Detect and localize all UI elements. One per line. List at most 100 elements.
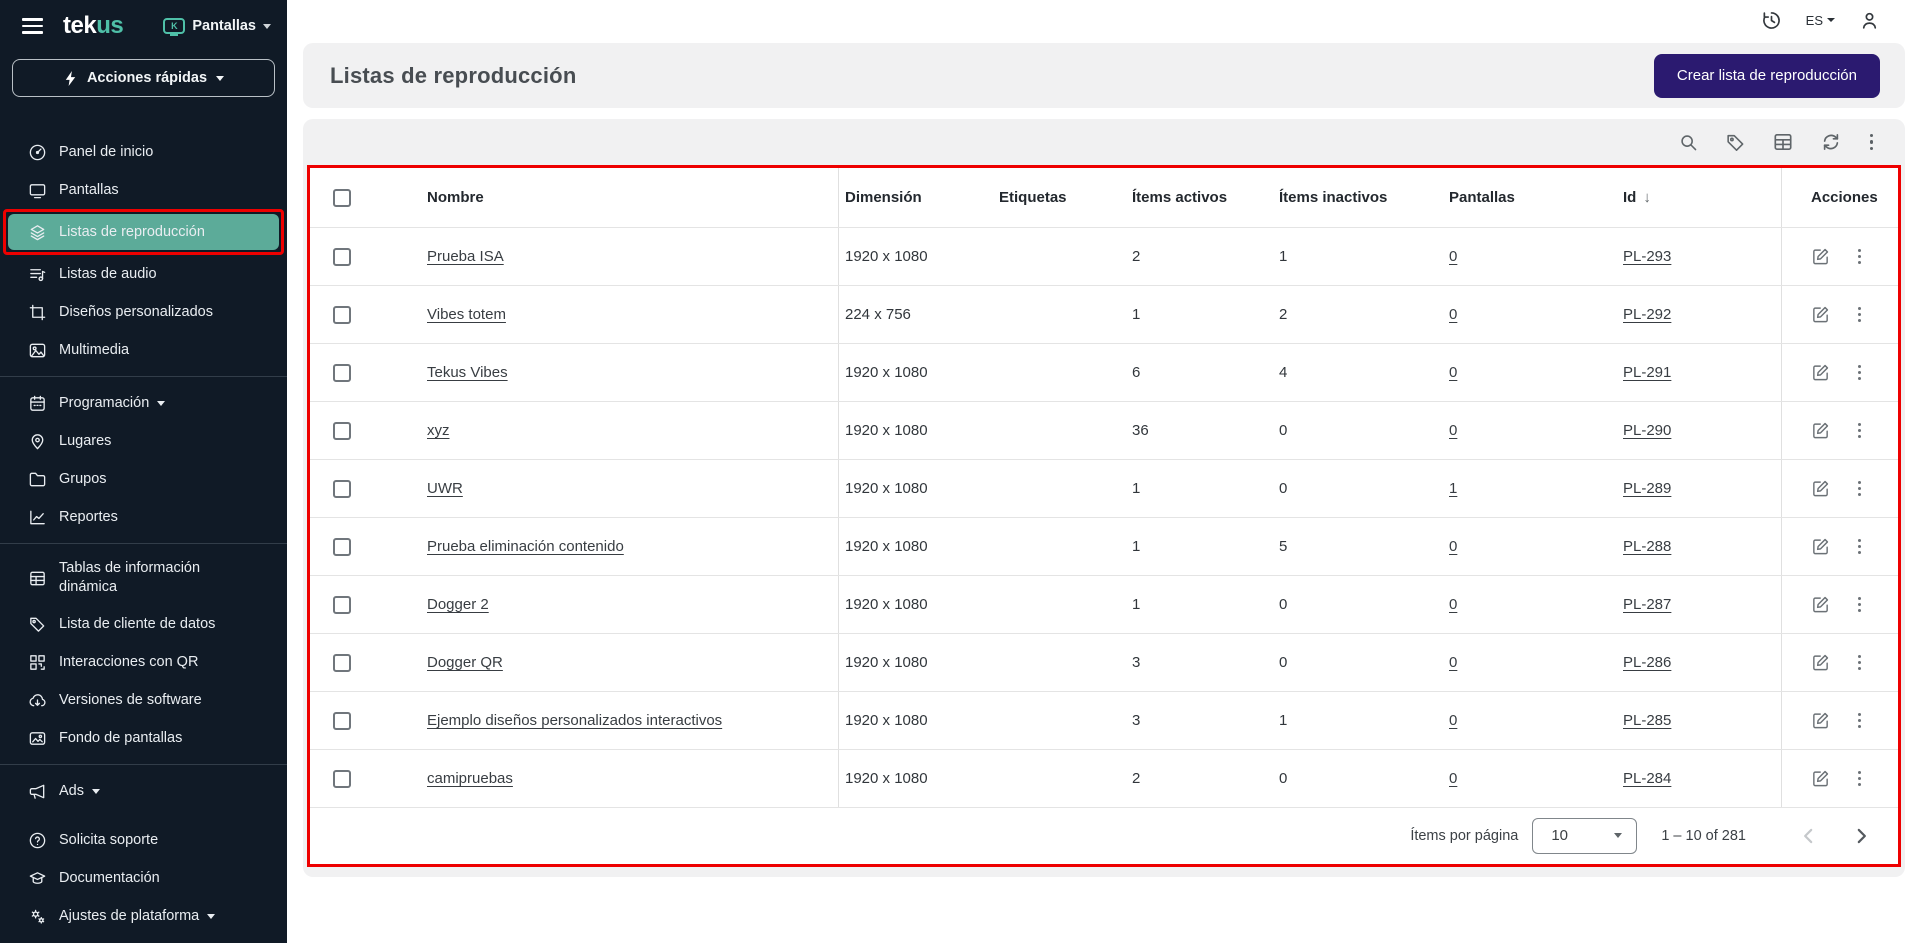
history-icon[interactable] — [1761, 10, 1782, 31]
playlist-name-link[interactable]: Prueba ISA — [427, 248, 504, 265]
edit-button[interactable] — [1811, 769, 1830, 788]
screens-link[interactable]: 1 — [1449, 480, 1457, 497]
table-view-icon[interactable] — [1772, 131, 1794, 153]
playlist-id-link[interactable]: PL-288 — [1623, 538, 1671, 555]
search-icon[interactable] — [1678, 132, 1699, 153]
row-menu-button[interactable] — [1856, 711, 1863, 730]
row-checkbox[interactable] — [333, 595, 351, 614]
language-selector[interactable]: ES — [1806, 13, 1835, 28]
tag-icon[interactable] — [1725, 132, 1746, 153]
playlist-id-link[interactable]: PL-290 — [1623, 422, 1671, 439]
edit-button[interactable] — [1811, 305, 1830, 324]
sidebar-item-solicita-soporte[interactable]: Solicita soporte — [0, 821, 287, 859]
sidebar-item-reportes[interactable]: Reportes — [0, 498, 287, 536]
quick-actions-button[interactable]: Acciones rápidas — [12, 59, 275, 97]
playlist-name-link[interactable]: xyz — [427, 422, 450, 439]
edit-button[interactable] — [1811, 711, 1830, 730]
header-id[interactable]: Id ↓ — [1617, 168, 1781, 227]
screens-link[interactable]: 0 — [1449, 538, 1457, 555]
playlist-id-link[interactable]: PL-293 — [1623, 248, 1671, 265]
playlist-name-link[interactable]: Prueba eliminación contenido — [427, 538, 624, 555]
screens-link[interactable]: 0 — [1449, 422, 1457, 439]
playlist-name-link[interactable]: Dogger 2 — [427, 596, 489, 613]
hamburger-menu-icon[interactable] — [22, 18, 43, 34]
header-items-inactivos[interactable]: Ítems inactivos — [1273, 168, 1443, 227]
edit-button[interactable] — [1811, 363, 1830, 382]
header-dimension[interactable]: Dimensión — [839, 168, 993, 227]
row-menu-button[interactable] — [1856, 769, 1863, 788]
page-size-select[interactable]: 10 — [1532, 817, 1638, 854]
edit-button[interactable] — [1811, 653, 1830, 672]
create-playlist-button[interactable]: Crear lista de reproducción — [1653, 53, 1880, 98]
playlist-name-link[interactable]: Tekus Vibes — [427, 364, 508, 381]
row-menu-button[interactable] — [1856, 479, 1863, 498]
playlist-id-link[interactable]: PL-291 — [1623, 364, 1671, 381]
more-options-icon[interactable] — [1868, 132, 1876, 153]
screens-link[interactable]: 0 — [1449, 596, 1457, 613]
sidebar-item-ajustes-plataforma[interactable]: Ajustes de plataforma — [0, 897, 287, 935]
screens-link[interactable]: 0 — [1449, 712, 1457, 729]
playlist-name-link[interactable]: Vibes totem — [427, 306, 506, 323]
playlist-id-link[interactable]: PL-287 — [1623, 596, 1671, 613]
row-checkbox[interactable] — [333, 421, 351, 440]
edit-button[interactable] — [1811, 479, 1830, 498]
sidebar-item-listas-de-audio[interactable]: Listas de audio — [0, 255, 287, 293]
row-checkbox[interactable] — [333, 711, 351, 730]
row-checkbox[interactable] — [333, 363, 351, 382]
row-menu-button[interactable] — [1856, 363, 1863, 382]
edit-button[interactable] — [1811, 595, 1830, 614]
header-pantallas[interactable]: Pantallas — [1443, 168, 1617, 227]
row-checkbox[interactable] — [333, 537, 351, 556]
playlist-id-link[interactable]: PL-292 — [1623, 306, 1671, 323]
playlist-id-link[interactable]: PL-284 — [1623, 770, 1671, 787]
sidebar-item-listas-de-reproduccion[interactable]: Listas de reproducción — [8, 214, 279, 250]
sidebar-item-versiones-software[interactable]: Versiones de software — [0, 681, 287, 719]
row-menu-button[interactable] — [1856, 537, 1863, 556]
screens-link[interactable]: 0 — [1449, 770, 1457, 787]
select-all-checkbox[interactable] — [333, 188, 351, 207]
sidebar-item-multimedia[interactable]: Multimedia — [0, 331, 287, 369]
row-menu-button[interactable] — [1856, 595, 1863, 614]
playlist-id-link[interactable]: PL-285 — [1623, 712, 1671, 729]
sidebar-item-tablas-informacion-dinamica[interactable]: Tablas de información dinámica — [0, 551, 287, 605]
sidebar-item-documentacion[interactable]: Documentación — [0, 859, 287, 897]
playlist-name-link[interactable]: UWR — [427, 480, 463, 497]
sidebar-item-ads[interactable]: Ads — [0, 772, 287, 810]
sidebar-item-fondo-pantallas[interactable]: Fondo de pantallas — [0, 719, 287, 757]
row-checkbox[interactable] — [333, 653, 351, 672]
row-menu-button[interactable] — [1856, 421, 1863, 440]
edit-button[interactable] — [1811, 247, 1830, 266]
user-icon[interactable] — [1859, 10, 1880, 31]
row-menu-button[interactable] — [1856, 305, 1863, 324]
sidebar-item-pantallas[interactable]: Pantallas — [0, 171, 287, 209]
header-nombre[interactable]: Nombre — [385, 168, 839, 227]
row-checkbox[interactable] — [333, 305, 351, 324]
sidebar-item-interacciones-qr[interactable]: Interacciones con QR — [0, 643, 287, 681]
previous-page-icon[interactable] — [1798, 825, 1820, 847]
screens-link[interactable]: 0 — [1449, 248, 1457, 265]
playlist-name-link[interactable]: camipruebas — [427, 770, 513, 787]
screens-link[interactable]: 0 — [1449, 654, 1457, 671]
sidebar-item-lista-cliente-datos[interactable]: Lista de cliente de datos — [0, 605, 287, 643]
sidebar-item-programacion[interactable]: Programación — [0, 384, 287, 422]
playlist-id-link[interactable]: PL-289 — [1623, 480, 1671, 497]
row-menu-button[interactable] — [1856, 653, 1863, 672]
header-etiquetas[interactable]: Etiquetas — [993, 168, 1126, 227]
playlist-name-link[interactable]: Dogger QR — [427, 654, 503, 671]
playlist-id-link[interactable]: PL-286 — [1623, 654, 1671, 671]
row-checkbox[interactable] — [333, 479, 351, 498]
row-checkbox[interactable] — [333, 769, 351, 788]
row-menu-button[interactable] — [1856, 247, 1863, 266]
next-page-icon[interactable] — [1850, 825, 1872, 847]
edit-button[interactable] — [1811, 537, 1830, 556]
sidebar-item-disenos-personalizados[interactable]: Diseños personalizados — [0, 293, 287, 331]
screens-link[interactable]: 0 — [1449, 306, 1457, 323]
edit-button[interactable] — [1811, 421, 1830, 440]
sidebar-item-panel-de-inicio[interactable]: Panel de inicio — [0, 133, 287, 171]
row-checkbox[interactable] — [333, 247, 351, 266]
refresh-icon[interactable] — [1820, 131, 1842, 153]
playlist-name-link[interactable]: Ejemplo diseños personalizados interacti… — [427, 712, 722, 729]
screens-link[interactable]: 0 — [1449, 364, 1457, 381]
sidebar-item-lugares[interactable]: Lugares — [0, 422, 287, 460]
sidebar-item-grupos[interactable]: Grupos — [0, 460, 287, 498]
